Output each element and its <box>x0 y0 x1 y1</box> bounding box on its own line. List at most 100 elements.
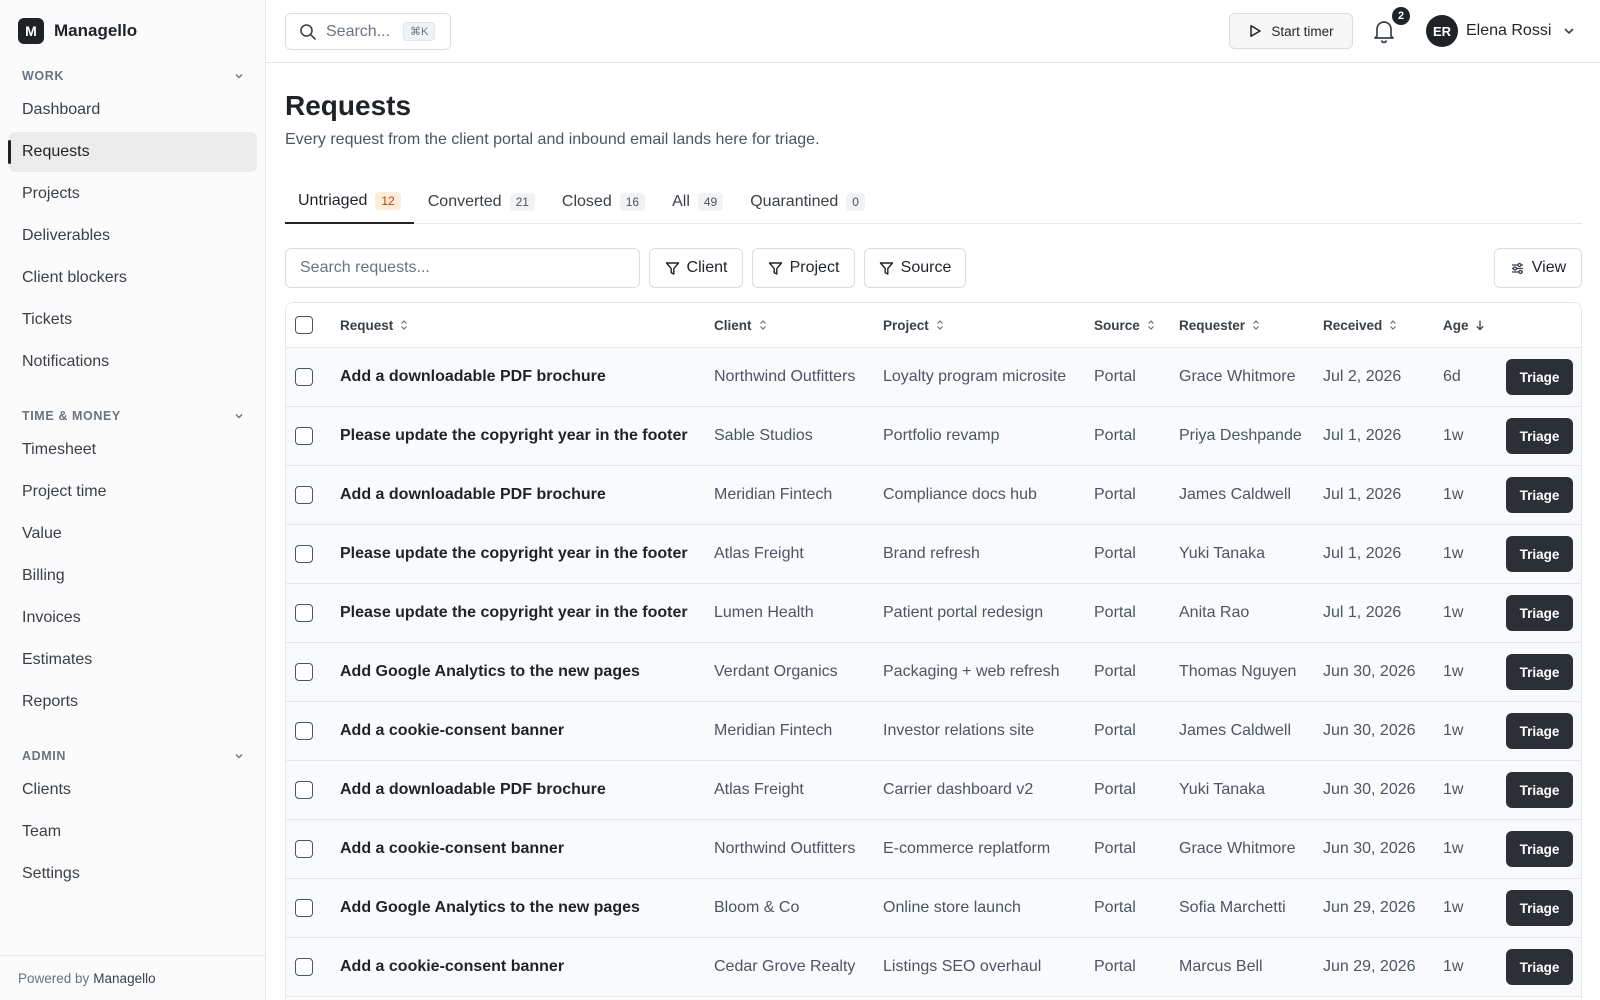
triage-button[interactable]: Triage <box>1506 477 1573 513</box>
triage-button[interactable]: Triage <box>1506 890 1573 926</box>
row-action-cell: Triage <box>1506 466 1573 524</box>
bell-icon[interactable] <box>1372 18 1396 44</box>
sidebar-item-invoices[interactable]: Invoices <box>9 598 257 638</box>
sort-icon <box>936 320 943 330</box>
row-checkbox[interactable] <box>295 604 313 622</box>
request-title[interactable]: Add Google Analytics to the new pages <box>340 879 640 937</box>
sidebar-item-project-time[interactable]: Project time <box>9 472 257 512</box>
start-timer-button[interactable]: Start timer <box>1229 13 1353 49</box>
sidebar-item-notifications[interactable]: Notifications <box>9 342 257 382</box>
table-row[interactable]: Add a cookie-consent banner Cedar Grove R… <box>286 938 1581 997</box>
column-header-received[interactable]: Received <box>1323 303 1398 347</box>
section-header-time-money[interactable]: TIME & MONEY <box>0 405 266 427</box>
triage-button[interactable]: Triage <box>1506 595 1573 631</box>
column-header-requester[interactable]: Requester <box>1179 303 1261 347</box>
request-title[interactable]: Add a cookie-consent banner <box>340 820 564 878</box>
table-row[interactable]: Please update the copyright year in the … <box>286 525 1581 584</box>
table-row[interactable]: Add a downloadable PDF brochure Meridian … <box>286 466 1581 525</box>
source-filter-button[interactable]: Source <box>864 248 966 288</box>
tab-untriaged[interactable]: Untriaged 12 <box>285 180 414 224</box>
tab-label: Closed <box>561 193 612 210</box>
sidebar-item-dashboard[interactable]: Dashboard <box>9 90 257 130</box>
row-checkbox[interactable] <box>295 427 313 445</box>
tab-all[interactable]: All 49 <box>659 180 736 224</box>
user-menu[interactable]: ER Elena Rossi <box>1426 15 1575 47</box>
row-select-cell <box>295 820 313 878</box>
row-checkbox[interactable] <box>295 958 313 976</box>
column-header-project[interactable]: Project <box>883 303 945 347</box>
tab-converted[interactable]: Converted 21 <box>415 180 548 224</box>
tab-closed[interactable]: Closed 16 <box>549 180 658 224</box>
table-row[interactable]: Add a downloadable PDF brochure Northwind… <box>286 348 1581 407</box>
triage-button[interactable]: Triage <box>1506 949 1573 985</box>
sidebar-item-team[interactable]: Team <box>9 812 257 852</box>
sidebar-item-tickets[interactable]: Tickets <box>9 300 257 340</box>
requester-name: Sofia Marchetti <box>1179 899 1286 916</box>
triage-button[interactable]: Triage <box>1506 359 1573 395</box>
nav-section-work: WORK Dashboard Requests Projects Deliver… <box>0 65 266 382</box>
table-row[interactable]: Add Google Analytics to the new pages Ver… <box>286 643 1581 702</box>
row-checkbox[interactable] <box>295 840 313 858</box>
request-title[interactable]: Add a cookie-consent banner <box>340 938 564 996</box>
row-checkbox[interactable] <box>295 722 313 740</box>
row-checkbox[interactable] <box>295 663 313 681</box>
requester-name: Anita Rao <box>1179 604 1250 621</box>
sidebar-item-value[interactable]: Value <box>9 514 257 554</box>
brand[interactable]: M Managello <box>18 18 137 44</box>
triage-button[interactable]: Triage <box>1506 418 1573 454</box>
request-title[interactable]: Add a downloadable PDF brochure <box>340 466 606 524</box>
sidebar-item-projects[interactable]: Projects <box>9 174 257 214</box>
table-row[interactable]: Add a cookie-consent banner Northwind Out… <box>286 820 1581 879</box>
row-checkbox[interactable] <box>295 781 313 799</box>
row-checkbox[interactable] <box>295 899 313 917</box>
table-row[interactable]: Add Google Analytics to the new pages Blo… <box>286 879 1581 938</box>
table-row[interactable]: Add a cookie-consent banner Meridian Fint… <box>286 702 1581 761</box>
tab-quarantined[interactable]: Quarantined 0 <box>737 180 878 224</box>
view-options-button[interactable]: View <box>1494 248 1582 288</box>
triage-button[interactable]: Triage <box>1506 831 1573 867</box>
column-header-source[interactable]: Source <box>1094 303 1156 347</box>
triage-button[interactable]: Triage <box>1506 713 1573 749</box>
client-name: Sable Studios <box>714 427 813 444</box>
row-checkbox[interactable] <box>295 545 313 563</box>
request-title[interactable]: Add a cookie-consent banner <box>340 702 564 760</box>
request-title[interactable]: Please update the copyright year in the … <box>340 525 688 583</box>
section-header-admin[interactable]: ADMIN <box>0 745 266 767</box>
table-row[interactable]: Add a downloadable PDF brochure Atlas Fre… <box>286 761 1581 820</box>
sidebar-item-estimates[interactable]: Estimates <box>9 640 257 680</box>
footer-brand-link[interactable]: Managello <box>93 971 155 986</box>
sidebar-item-reports[interactable]: Reports <box>9 682 257 722</box>
request-title[interactable]: Add a downloadable PDF brochure <box>340 761 606 819</box>
column-header-request[interactable]: Request <box>340 303 409 347</box>
column-header-label: Age <box>1443 317 1469 333</box>
row-checkbox[interactable] <box>295 486 313 504</box>
triage-button[interactable]: Triage <box>1506 654 1573 690</box>
tab-label: Converted <box>427 193 502 210</box>
table-row[interactable]: Please update the copyright year in the … <box>286 584 1581 643</box>
row-checkbox[interactable] <box>295 368 313 386</box>
sidebar-item-client-blockers[interactable]: Client blockers <box>9 258 257 298</box>
sidebar-item-timesheet[interactable]: Timesheet <box>9 430 257 470</box>
request-title[interactable]: Please update the copyright year in the … <box>340 584 688 642</box>
triage-button[interactable]: Triage <box>1506 536 1573 572</box>
select-all-checkbox[interactable] <box>295 316 313 334</box>
global-search[interactable]: Search... ⌘K <box>285 13 451 50</box>
request-title[interactable]: Please update the copyright year in the … <box>340 407 688 465</box>
sidebar-item-clients[interactable]: Clients <box>9 770 257 810</box>
request-title[interactable]: Add Google Analytics to the new pages <box>340 643 640 701</box>
sidebar-item-requests[interactable]: Requests <box>8 132 257 172</box>
request-title[interactable]: Add a downloadable PDF brochure <box>340 348 606 406</box>
client-filter-button[interactable]: Client <box>649 248 743 288</box>
row-select-cell <box>295 584 313 642</box>
column-header-client[interactable]: Client <box>714 303 768 347</box>
table-row[interactable]: Please update the copyright year in the … <box>286 407 1581 466</box>
sidebar-item-settings[interactable]: Settings <box>9 854 257 894</box>
global-search-placeholder: Search... <box>326 22 391 40</box>
column-header-age[interactable]: Age <box>1443 303 1485 347</box>
triage-button[interactable]: Triage <box>1506 772 1573 808</box>
search-requests-input[interactable] <box>285 248 640 288</box>
sidebar-item-billing[interactable]: Billing <box>9 556 257 596</box>
section-header-work[interactable]: WORK <box>0 65 266 87</box>
sidebar-item-deliverables[interactable]: Deliverables <box>9 216 257 256</box>
project-filter-button[interactable]: Project <box>752 248 855 288</box>
